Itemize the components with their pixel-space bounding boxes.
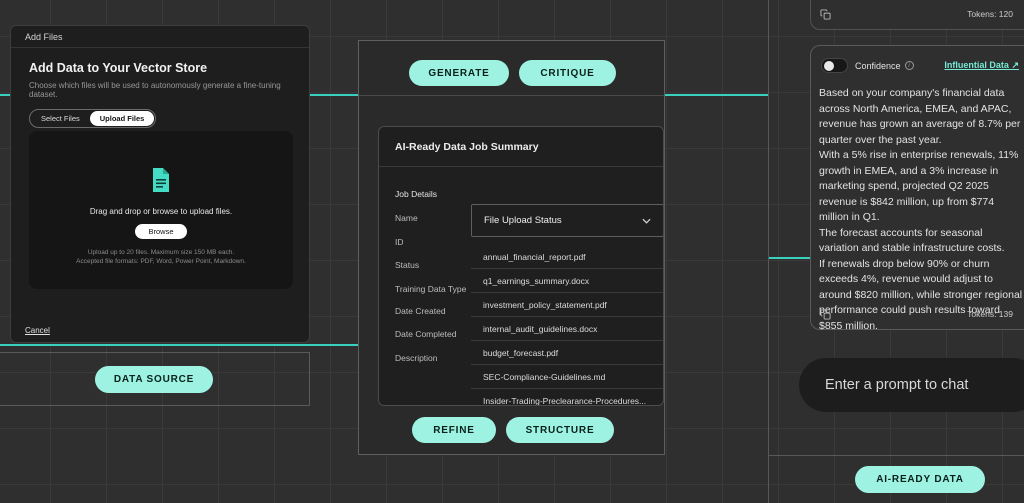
copy-icon[interactable] bbox=[820, 309, 831, 320]
dropzone-note-line1: Upload up to 20 files. Maximum size 150 … bbox=[87, 249, 235, 256]
response-paragraph: The forecast accounts for seasonal varia… bbox=[819, 226, 1005, 255]
refine-button[interactable]: REFINE bbox=[412, 417, 496, 443]
cancel-link[interactable]: Cancel bbox=[25, 326, 50, 335]
job-summary-card: AI-Ready Data Job Summary Job Details Na… bbox=[378, 126, 664, 406]
confidence-toggle[interactable] bbox=[821, 58, 848, 73]
data-source-button[interactable]: DATA SOURCE bbox=[95, 366, 213, 393]
connector-line-right bbox=[769, 257, 810, 259]
modal-title: Add Data to Your Vector Store bbox=[29, 61, 208, 75]
response-card-header: Confidence i Influential Data ↗ bbox=[811, 46, 1024, 73]
tab-upload-files[interactable]: Upload Files bbox=[89, 111, 155, 126]
job-summary-right-column: File Upload Status annual_financial_repo… bbox=[471, 204, 663, 406]
file-row[interactable]: Insider-Trading-Preclearance-Procedures.… bbox=[471, 389, 663, 406]
file-row[interactable]: budget_forecast.pdf bbox=[471, 341, 663, 365]
generate-button[interactable]: GENERATE bbox=[409, 60, 509, 86]
file-row[interactable]: SEC-Compliance-Guidelines.md bbox=[471, 365, 663, 389]
external-link-arrow-icon: ↗ bbox=[1011, 60, 1019, 70]
file-dropzone[interactable]: Drag and drop or browse to upload files.… bbox=[29, 131, 293, 289]
file-upload-status-value: File Upload Status bbox=[484, 215, 562, 226]
critique-button[interactable]: CRITIQUE bbox=[519, 60, 616, 86]
file-row[interactable]: internal_audit_guidelines.docx bbox=[471, 317, 663, 341]
copy-icon[interactable] bbox=[820, 9, 831, 20]
field-label-date-completed: Date Completed bbox=[395, 329, 457, 339]
job-details-section-label: Job Details bbox=[395, 189, 438, 199]
toggle-knob bbox=[824, 60, 834, 71]
file-row[interactable]: annual_financial_report.pdf bbox=[471, 245, 663, 269]
response-card: Confidence i Influential Data ↗ Based on… bbox=[810, 45, 1024, 332]
job-summary-title: AI-Ready Data Job Summary bbox=[379, 127, 663, 167]
browse-button[interactable]: Browse bbox=[135, 224, 187, 239]
workflow-panel: GENERATE CRITIQUE AI-Ready Data Job Summ… bbox=[358, 40, 665, 455]
previous-response-card: Tokens: 120 bbox=[810, 0, 1024, 30]
right-column-divider bbox=[768, 0, 769, 503]
influential-data-link[interactable]: Influential Data ↗ bbox=[944, 60, 1019, 71]
document-icon bbox=[150, 167, 172, 198]
field-label-id: ID bbox=[395, 237, 404, 247]
structure-button[interactable]: STRUCTURE bbox=[506, 417, 614, 443]
tab-select-files[interactable]: Select Files bbox=[31, 111, 90, 126]
info-icon[interactable]: i bbox=[904, 61, 914, 70]
confidence-label: Confidence bbox=[855, 60, 901, 71]
prompt-pill bbox=[799, 358, 1024, 412]
field-label-training-data-type: Training Data Type bbox=[395, 284, 467, 294]
field-label-date-created: Date Created bbox=[395, 306, 446, 316]
node-editor-canvas: Add Files Add Data to Your Vector Store … bbox=[0, 0, 1024, 503]
connector-line-left-bottom bbox=[0, 344, 358, 346]
workflow-panel-header bbox=[359, 41, 664, 96]
response-text: Based on your company's financial data a… bbox=[819, 86, 1024, 334]
token-count: Tokens: 139 bbox=[967, 309, 1013, 319]
response-paragraph: Based on your company's financial data a… bbox=[819, 87, 1021, 146]
dropzone-instruction: Drag and drop or browse to upload files. bbox=[89, 207, 233, 216]
dropzone-note: Upload up to 20 files. Maximum size 150 … bbox=[76, 248, 246, 266]
response-paragraph: With a 5% rise in enterprise renewals, 1… bbox=[819, 149, 1019, 223]
dropzone-note-line2: Accepted file formats: PDF, Word, Power … bbox=[76, 258, 246, 265]
modal-header: Add Files bbox=[11, 26, 309, 48]
file-upload-status-dropdown[interactable]: File Upload Status bbox=[471, 204, 663, 237]
response-paragraph: If renewals drop below 90% or churn exce… bbox=[819, 257, 1023, 332]
file-source-tabs: Select Files Upload Files bbox=[29, 109, 157, 128]
file-row[interactable]: investment_policy_statement.pdf bbox=[471, 293, 663, 317]
modal-header-title: Add Files bbox=[25, 31, 63, 42]
file-row[interactable]: q1_earnings_summary.docx bbox=[471, 269, 663, 293]
right-footer-divider bbox=[769, 455, 1024, 456]
chevron-down-icon bbox=[642, 218, 651, 224]
add-files-modal: Add Files Add Data to Your Vector Store … bbox=[10, 25, 310, 343]
modal-subtitle: Choose which files will be used to auton… bbox=[29, 81, 281, 99]
field-label-name: Name bbox=[395, 213, 418, 223]
prompt-input[interactable] bbox=[825, 377, 1020, 393]
ai-ready-data-button[interactable]: AI-READY DATA bbox=[855, 466, 985, 493]
file-list: annual_financial_report.pdf q1_earnings_… bbox=[471, 245, 663, 406]
field-label-description: Description bbox=[395, 353, 438, 363]
data-source-node: DATA SOURCE bbox=[0, 352, 310, 406]
token-count: Tokens: 120 bbox=[967, 9, 1013, 19]
field-label-status: Status bbox=[395, 260, 420, 270]
